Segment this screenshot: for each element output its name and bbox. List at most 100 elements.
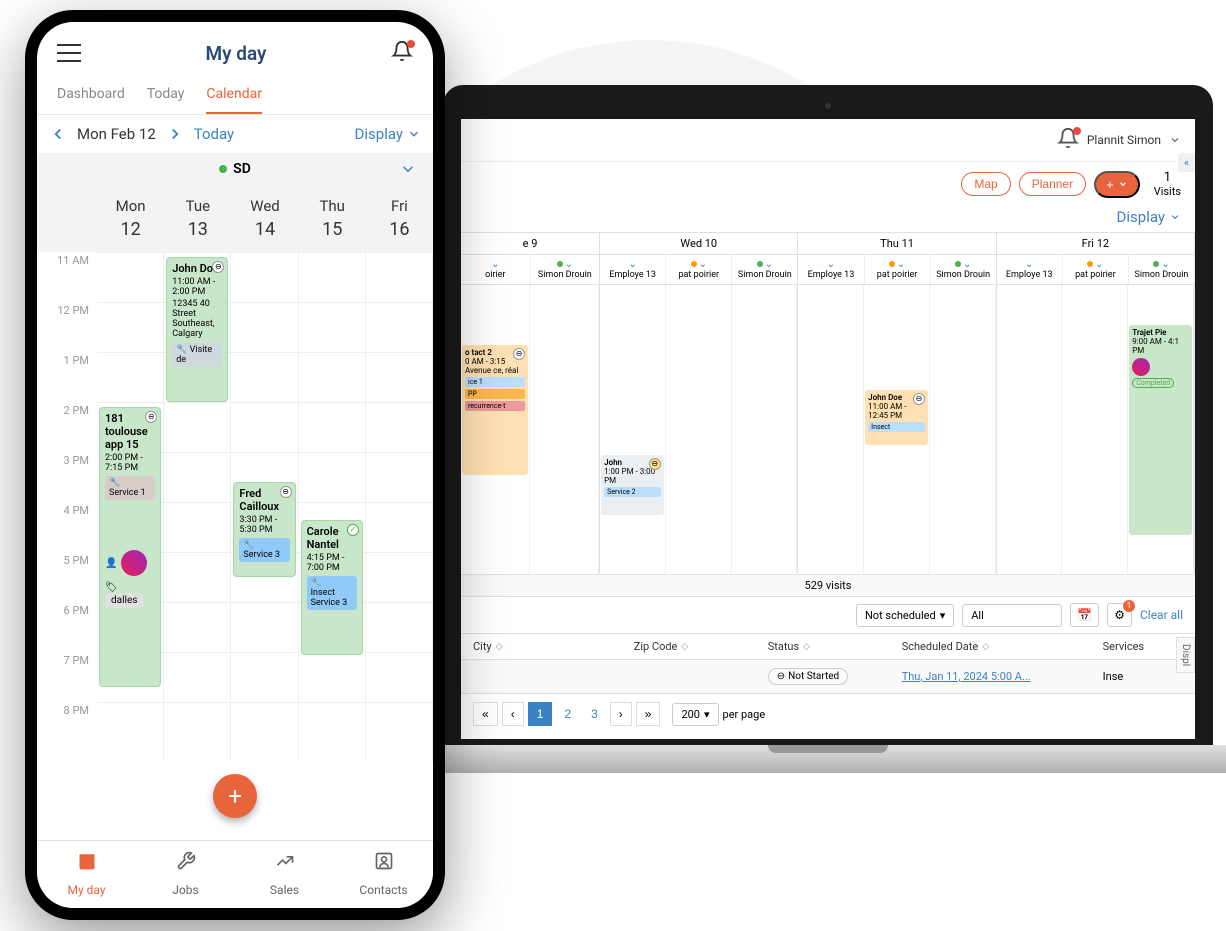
week-day-wed[interactable]: Wed14 (231, 197, 298, 240)
page-next-button[interactable]: › (610, 702, 632, 726)
event-trajet[interactable]: Trajet Pie 9:00 AM - 4:1 PM Completed (1129, 325, 1192, 535)
bottom-nav: My day Jobs Sales Contacts (37, 840, 433, 908)
nav-jobs[interactable]: Jobs (136, 841, 235, 908)
calendar-icon (37, 851, 136, 876)
calendar-filter-button[interactable]: 📅 (1070, 603, 1099, 627)
chevron-down-icon[interactable] (1169, 134, 1181, 146)
nav-my-day[interactable]: My day (37, 841, 136, 908)
display-dropdown[interactable]: Display (1117, 208, 1181, 226)
employee-header[interactable]: ⌄Employe 13 (798, 255, 864, 284)
service-chip: 🔧 Service 1 (105, 476, 155, 500)
page-3-button[interactable]: 3 (583, 703, 606, 725)
event-john-thu[interactable]: John Doe 11:00 AM - 12:45 PM Insect ⊖ (865, 390, 928, 445)
day-title: Wed 10 (600, 233, 797, 255)
employee-header[interactable]: ⌄pat poirier (865, 255, 931, 284)
tab-today[interactable]: Today (147, 76, 185, 114)
day-group-thu: Thu 11 ⌄Employe 13 ⌄pat poirier ⌄Simon D… (798, 233, 996, 284)
status-icon: ⊖ (280, 486, 292, 498)
employee-header[interactable]: ⌄Employe 13 (997, 255, 1063, 284)
clear-all-link[interactable]: Clear all (1140, 608, 1183, 622)
week-day-thu[interactable]: Thu15 (299, 197, 366, 240)
employee-header[interactable]: ⌄pat poirier (1063, 255, 1129, 284)
day-column-wed: Fred Cailloux 3:30 PM - 5:30 PM 🔧 Servic… (231, 252, 298, 762)
employee-header[interactable]: ⌄Employe 13 (600, 255, 666, 284)
employee-header[interactable]: ⌄Simon Drouin (531, 255, 600, 284)
add-button[interactable]: + (1094, 171, 1140, 198)
day-column-fri (366, 252, 433, 762)
tab-calendar[interactable]: Calendar (206, 76, 262, 114)
column-city[interactable]: City ◇ (473, 640, 634, 653)
employee-column (997, 285, 1063, 574)
time-column: 11 AM 12 PM 1 PM 2 PM 3 PM 4 PM 5 PM 6 P… (37, 252, 97, 752)
day-group-wed: Wed 10 ⌄Employe 13 ⌄pat poirier ⌄Simon D… (600, 233, 798, 284)
date-link[interactable]: Thu, Jan 11, 2024 5:00 A... (902, 670, 1031, 683)
filter-scheduled-dropdown[interactable]: Not scheduled ▾ (856, 604, 954, 627)
menu-button[interactable] (57, 44, 81, 62)
column-zip[interactable]: Zip Code ◇ (634, 640, 768, 653)
event-john-wed[interactable]: John 1:00 PM - 3:00 PM Service 2 ⊖ (601, 455, 664, 515)
next-day-button[interactable] (166, 125, 184, 143)
table-row[interactable]: ⊖ Not Started Thu, Jan 11, 2024 5:00 A..… (461, 660, 1195, 693)
map-button[interactable]: Map (961, 172, 1010, 196)
column-status[interactable]: Status ◇ (768, 640, 902, 653)
planner-button[interactable]: Planner (1019, 172, 1086, 196)
employee-header[interactable]: ⌄Simon Drouin (732, 255, 797, 284)
employee-column: John 1:00 PM - 3:00 PM Service 2 ⊖ (600, 285, 666, 574)
visits-label: Visits (1154, 185, 1181, 198)
employee-column (732, 285, 798, 574)
employee-header[interactable]: ⌄pat poirier (666, 255, 732, 284)
prev-day-button[interactable] (49, 125, 67, 143)
display-dropdown[interactable]: Display (355, 125, 421, 143)
display-side-tab[interactable]: Displ (1176, 637, 1195, 673)
employee-header[interactable]: ⌄oirier (461, 255, 531, 284)
nav-contacts[interactable]: Contacts (334, 841, 433, 908)
service-chip: 🔧InsectService 3 (307, 576, 357, 610)
page-prev-button[interactable]: ‹ (502, 702, 524, 726)
nav-sales[interactable]: Sales (235, 841, 334, 908)
page-first-button[interactable]: « (473, 702, 498, 726)
employee-column (1062, 285, 1128, 574)
per-page-select[interactable]: 200 ▾ per page (672, 703, 765, 726)
visits-number: 1 (1154, 170, 1181, 185)
status-icon: ⊖ (913, 393, 925, 405)
day-column: John 1:00 PM - 3:00 PM Service 2 ⊖ (600, 285, 798, 574)
notification-dot (1073, 127, 1081, 135)
current-user[interactable]: Plannit Simon (1087, 133, 1161, 147)
page-last-button[interactable]: » (636, 702, 661, 726)
page-2-button[interactable]: 2 (556, 703, 579, 725)
laptop-device: « Plannit Simon Map Planner + 1 Visits (443, 85, 1213, 773)
week-day-fri[interactable]: Fri16 (366, 197, 433, 240)
user-selector[interactable]: SD (37, 153, 433, 185)
event-181-toulouse[interactable]: 181 toulouse app 15 2:00 PM - 7:15 PM 🔧 … (99, 407, 161, 687)
page-1-button[interactable]: 1 (528, 702, 553, 726)
column-date[interactable]: Scheduled Date ◇ (902, 640, 1103, 653)
notification-bell[interactable] (1057, 127, 1079, 153)
day-column: o tact 2 0 AM - 3:15 Avenue ce, réal ice… (461, 285, 600, 574)
event-fred-cailloux[interactable]: Fred Cailloux 3:30 PM - 5:30 PM 🔧 Servic… (233, 482, 295, 577)
visits-total-bar: 529 visits (461, 575, 1195, 597)
settings-filter-button[interactable]: ⚙1 (1107, 603, 1132, 627)
notification-bell[interactable] (391, 40, 413, 66)
table-header: City ◇ Zip Code ◇ Status ◇ Scheduled Dat… (461, 634, 1195, 660)
person-icon: 👤 (105, 558, 117, 569)
collapse-panel-button[interactable]: « (1178, 153, 1195, 172)
filter-all-dropdown[interactable]: All (962, 604, 1062, 627)
event-carole-nantel[interactable]: Carole Nantel 4:15 PM - 7:00 PM 🔧InsectS… (301, 520, 363, 655)
week-day-mon[interactable]: Mon12 (97, 197, 164, 240)
tab-dashboard[interactable]: Dashboard (57, 76, 125, 114)
day-title: Fri 12 (997, 233, 1194, 255)
employee-header[interactable]: ⌄Simon Drouin (1129, 255, 1194, 284)
visits-counter: 1 Visits (1154, 170, 1181, 198)
fab-add-button[interactable]: + (213, 774, 257, 818)
week-day-tue[interactable]: Tue13 (164, 197, 231, 240)
phone-tabs: Dashboard Today Calendar (37, 76, 433, 115)
employee-column: Trajet Pie 9:00 AM - 4:1 PM Completed (1128, 285, 1194, 574)
today-button[interactable]: Today (194, 125, 234, 143)
chevron-down-icon (1169, 211, 1181, 223)
contacts-icon (334, 851, 433, 876)
cell-date: Thu, Jan 11, 2024 5:00 A... (902, 670, 1103, 683)
event-contact2[interactable]: o tact 2 0 AM - 3:15 Avenue ce, réal ice… (462, 345, 528, 475)
employee-header[interactable]: ⌄Simon Drouin (931, 255, 996, 284)
event-john-doe[interactable]: John Do 11:00 AM - 2:00 PM 12345 40 Stre… (166, 257, 228, 402)
column-services[interactable]: Services (1103, 640, 1183, 653)
